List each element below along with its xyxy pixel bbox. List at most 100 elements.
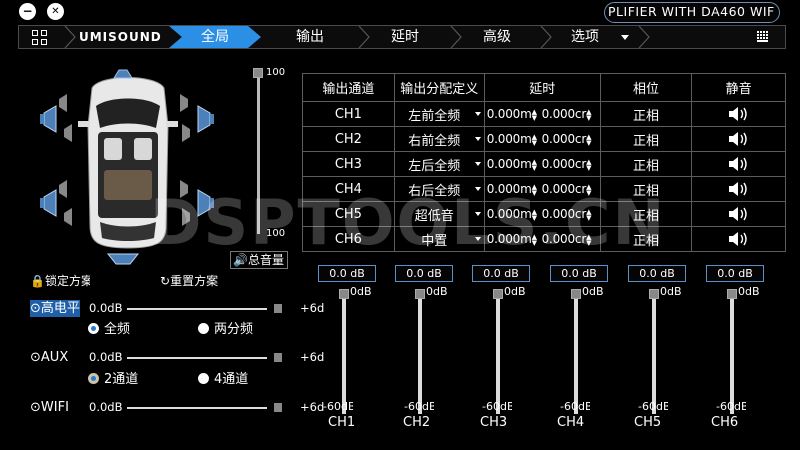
tab-delay[interactable]: 延时 [359, 26, 451, 48]
source-wifi-button[interactable]: ⊙WIFI [30, 399, 69, 416]
options-dropdown-caret-icon[interactable] [621, 35, 629, 40]
mute-toggle[interactable] [691, 176, 786, 202]
rear-right-speaker-icon[interactable] [196, 188, 216, 218]
fader-knob[interactable] [571, 289, 581, 299]
fader-knob[interactable] [649, 289, 659, 299]
delay-cm-field[interactable]: 0.000cr [542, 107, 587, 121]
reset-scheme-button[interactable]: ↻重置方案 [160, 272, 220, 289]
phase-toggle[interactable]: 正相 [599, 126, 693, 152]
option-4ch[interactable]: 4通道 [198, 368, 248, 387]
tab-output[interactable]: 输出 [264, 26, 356, 48]
delay-meters-field[interactable]: 0.000m [487, 132, 532, 146]
fader-track[interactable] [574, 292, 578, 414]
rear-right-mid-icon[interactable] [180, 206, 194, 228]
tab-options[interactable]: 选项 [547, 26, 623, 48]
front-right-tweeter-icon[interactable] [178, 92, 192, 114]
phase-toggle[interactable]: 正相 [599, 101, 693, 127]
phase-toggle[interactable]: 正相 [599, 151, 693, 177]
gain-slider-knob[interactable] [274, 403, 282, 412]
front-left-speaker-icon[interactable] [38, 104, 58, 134]
option-2ch[interactable]: 2通道 [88, 368, 138, 387]
tab-global[interactable]: 全局 [169, 26, 261, 48]
keypad-icon[interactable] [757, 31, 769, 42]
allocation-dropdown[interactable]: 右后全频 [393, 176, 485, 202]
spinner-icon[interactable]: ▲ ▼ [532, 208, 538, 221]
spinner-icon[interactable]: ▲ ▼ [532, 108, 538, 121]
fader-track[interactable] [730, 292, 734, 414]
spinner-icon[interactable]: ▲ ▼ [532, 183, 538, 196]
allocation-dropdown[interactable]: 超低音 [393, 201, 485, 227]
delay-meters-field[interactable]: 0.000m [487, 207, 532, 221]
fader-track[interactable] [652, 292, 656, 414]
spinner-icon[interactable]: ▲ ▼ [532, 233, 538, 246]
allocation-dropdown[interactable]: 右前全频 [393, 126, 485, 152]
fader-value-field[interactable]: 0.0 dB [318, 265, 376, 282]
gain-slider-knob[interactable] [274, 353, 282, 362]
delay-cm-field[interactable]: 0.000cr [542, 232, 587, 246]
fader-track[interactable] [342, 292, 346, 414]
delay-cm-field[interactable]: 0.000cr [542, 182, 587, 196]
fader-value-field[interactable]: 0.0 dB [395, 265, 453, 282]
option-full-range[interactable]: 全频 [88, 318, 130, 337]
spinner-icon[interactable]: ▲ ▼ [586, 208, 592, 221]
spinner-icon[interactable]: ▲ ▼ [586, 233, 592, 246]
front-center-speaker-icon[interactable] [112, 68, 134, 80]
fader-track[interactable] [418, 292, 422, 414]
delay-meters-field[interactable]: 0.000m [487, 107, 532, 121]
delay-cm-field[interactable]: 0.000cr [542, 157, 587, 171]
subwoofer-speaker-icon[interactable] [106, 252, 140, 268]
rear-left-speaker-icon[interactable] [38, 188, 58, 218]
spinner-icon[interactable]: ▲ ▼ [586, 108, 592, 121]
gain-slider-track[interactable] [127, 357, 267, 359]
mute-toggle[interactable] [691, 101, 786, 127]
volume-knob[interactable] [253, 68, 263, 78]
spinner-icon[interactable]: ▲ ▼ [532, 133, 538, 146]
front-left-mid-icon[interactable] [60, 122, 74, 144]
allocation-dropdown[interactable]: 左前全频 [393, 101, 485, 127]
rear-left-mid-icon[interactable] [60, 206, 74, 228]
fader-knob[interactable] [493, 289, 503, 299]
fader-knob[interactable] [339, 289, 349, 299]
allocation-dropdown[interactable]: 左后全频 [393, 151, 485, 177]
gain-slider-track[interactable] [127, 407, 267, 409]
delay-cm-field[interactable]: 0.000cr [542, 207, 587, 221]
delay-cm-field[interactable]: 0.000cr [542, 132, 587, 146]
allocation-dropdown[interactable]: 中置 [393, 226, 485, 252]
fader-value-field[interactable]: 0.0 dB [628, 265, 686, 282]
delay-meters-field[interactable]: 0.000m [487, 157, 532, 171]
fader-knob[interactable] [415, 289, 425, 299]
close-button[interactable]: ✕ [47, 3, 64, 20]
front-right-speaker-icon[interactable] [196, 104, 216, 134]
fader-value-field[interactable]: 0.0 dB [550, 265, 608, 282]
lock-scheme-button[interactable]: 🔒锁定方案 [30, 272, 90, 289]
mute-toggle[interactable] [691, 201, 786, 227]
spinner-icon[interactable]: ▲ ▼ [586, 158, 592, 171]
option-two-way[interactable]: 两分频 [198, 318, 253, 337]
front-right-mid-icon[interactable] [180, 122, 194, 144]
tab-advanced[interactable]: 高级 [451, 26, 543, 48]
fader-value-field[interactable]: 0.0 dB [706, 265, 764, 282]
home-grid-button[interactable] [19, 26, 59, 48]
mute-toggle[interactable] [691, 151, 786, 177]
delay-meters-field[interactable]: 0.000m [487, 232, 532, 246]
mute-toggle[interactable] [691, 126, 786, 152]
spinner-icon[interactable]: ▲ ▼ [532, 158, 538, 171]
spinner-icon[interactable]: ▲ ▼ [586, 183, 592, 196]
fader-track[interactable] [496, 292, 500, 414]
gain-slider-track[interactable] [127, 308, 267, 310]
fader-value-field[interactable]: 0.0 dB [472, 265, 530, 282]
phase-toggle[interactable]: 正相 [599, 176, 693, 202]
source-high-level-button[interactable]: ⊙高电平 [30, 300, 80, 317]
rear-right-tweeter-icon[interactable] [178, 178, 192, 200]
mute-toggle[interactable] [691, 226, 786, 252]
total-volume-button[interactable]: 🔊总音量 [230, 251, 288, 269]
gain-slider-knob[interactable] [274, 304, 282, 313]
spinner-icon[interactable]: ▲ ▼ [586, 133, 592, 146]
minimize-button[interactable]: − [19, 3, 36, 20]
phase-toggle[interactable]: 正相 [599, 226, 693, 252]
total-volume-slider[interactable]: 100 100 [252, 62, 302, 252]
phase-toggle[interactable]: 正相 [599, 201, 693, 227]
delay-meters-field[interactable]: 0.000m [487, 182, 532, 196]
source-aux-button[interactable]: ⊙AUX [30, 349, 68, 366]
fader-knob[interactable] [727, 289, 737, 299]
